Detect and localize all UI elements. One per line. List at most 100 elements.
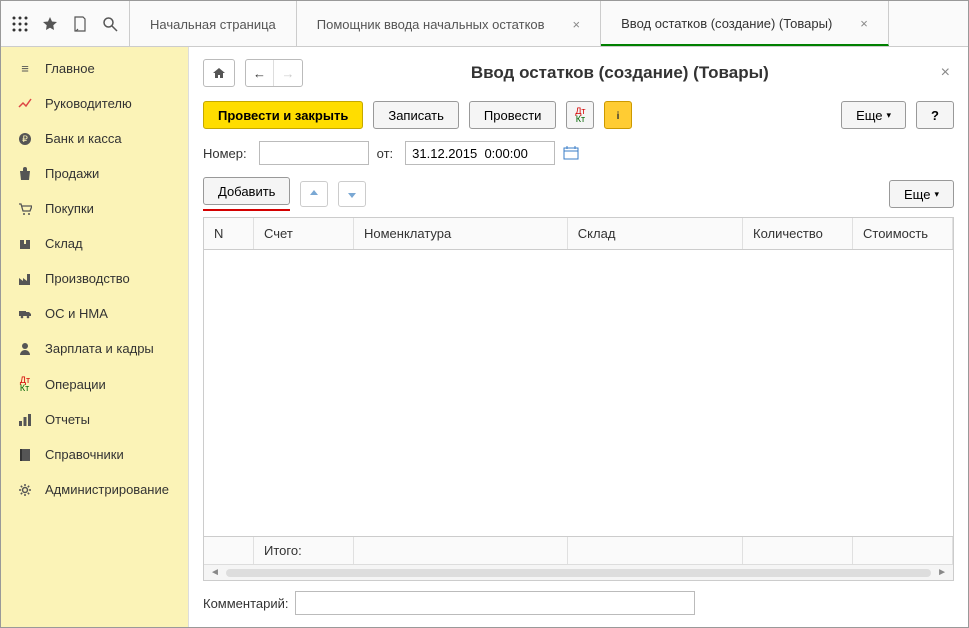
move-down-button[interactable]: [338, 181, 366, 207]
col-quantity[interactable]: Количество: [743, 218, 853, 249]
add-button[interactable]: Добавить: [203, 177, 290, 205]
info-button[interactable]: i: [604, 101, 632, 129]
sidebar-item-admin[interactable]: Администрирование: [1, 472, 188, 507]
from-label: от:: [377, 146, 394, 161]
bag-icon: [17, 167, 33, 181]
tab-label: Помощник ввода начальных остатков: [317, 17, 545, 32]
star-icon[interactable]: [41, 15, 59, 33]
sidebar-item-hr[interactable]: Зарплата и кадры: [1, 331, 188, 366]
home-button[interactable]: [203, 59, 235, 87]
table: N Счет Номенклатура Склад Количество Сто…: [203, 217, 954, 581]
footer-total-label: Итого:: [254, 537, 354, 564]
sidebar-item-assets[interactable]: ОС и НМА: [1, 296, 188, 331]
cart-icon: [17, 202, 33, 216]
top-toolbar: Начальная страница Помощник ввода началь…: [1, 1, 968, 47]
scroll-right-icon[interactable]: ►: [937, 567, 947, 578]
svg-text:i: i: [617, 111, 620, 121]
comment-label: Комментарий:: [203, 596, 289, 611]
footer-nom: [354, 537, 568, 564]
sidebar-item-catalogs[interactable]: Справочники: [1, 437, 188, 472]
post-button[interactable]: Провести: [469, 101, 557, 129]
help-button[interactable]: ?: [916, 101, 954, 129]
sidebar-item-label: Администрирование: [45, 482, 169, 497]
table-more-button[interactable]: Еще: [889, 180, 954, 208]
col-warehouse[interactable]: Склад: [568, 218, 743, 249]
page-title: Ввод остатков (создание) (Товары): [313, 63, 927, 83]
comment-row: Комментарий:: [203, 591, 954, 615]
person-icon: [17, 342, 33, 356]
form-row: Номер: от:: [203, 141, 954, 165]
tab-helper[interactable]: Помощник ввода начальных остатков ×: [297, 1, 601, 46]
number-input[interactable]: [259, 141, 369, 165]
sidebar-item-sales[interactable]: Продажи: [1, 156, 188, 191]
sidebar-item-production[interactable]: Производство: [1, 261, 188, 296]
scroll-left-icon[interactable]: ◄: [210, 567, 220, 578]
sidebar-item-label: Отчеты: [45, 412, 90, 427]
nav-back-forward: ← →: [245, 59, 303, 87]
sidebar-item-manager[interactable]: Руководителю: [1, 86, 188, 121]
top-icon-group: [1, 1, 130, 46]
date-input[interactable]: [405, 141, 555, 165]
back-button[interactable]: ←: [246, 60, 274, 86]
tab-label: Начальная страница: [150, 17, 276, 32]
number-label: Номер:: [203, 146, 247, 161]
sidebar-item-label: Производство: [45, 271, 130, 286]
calendar-icon[interactable]: [563, 146, 579, 160]
post-and-close-button[interactable]: Провести и закрыть: [203, 101, 363, 129]
sidebar-item-bank[interactable]: ₽ Банк и касса: [1, 121, 188, 156]
sidebar-item-label: ОС и НМА: [45, 306, 108, 321]
sidebar-item-purchases[interactable]: Покупки: [1, 191, 188, 226]
tab-entry[interactable]: Ввод остатков (создание) (Товары) ×: [601, 1, 889, 46]
sidebar: ≡ Главное Руководителю ₽ Банк и касса Пр…: [1, 47, 189, 627]
sidebar-item-label: Покупки: [45, 201, 94, 216]
sidebar-item-operations[interactable]: ДтКт Операции: [1, 366, 188, 402]
footer-wh: [568, 537, 743, 564]
sidebar-item-reports[interactable]: Отчеты: [1, 402, 188, 437]
horizontal-scrollbar[interactable]: ◄ ►: [204, 564, 953, 580]
dtkt-icon: ДтКт: [17, 376, 33, 392]
close-page-button[interactable]: ×: [937, 64, 954, 82]
dtkt-button[interactable]: ДтКт: [566, 101, 594, 129]
action-toolbar: Провести и закрыть Записать Провести ДтК…: [203, 101, 954, 129]
table-header: N Счет Номенклатура Склад Количество Сто…: [204, 218, 953, 250]
sidebar-item-warehouse[interactable]: Склад: [1, 226, 188, 261]
history-icon[interactable]: [71, 15, 89, 33]
col-account[interactable]: Счет: [254, 218, 354, 249]
sidebar-item-label: Зарплата и кадры: [45, 341, 154, 356]
chart-bar-icon: [17, 413, 33, 427]
move-up-button[interactable]: [300, 181, 328, 207]
tab-home[interactable]: Начальная страница: [130, 1, 297, 46]
apps-icon[interactable]: [11, 15, 29, 33]
sidebar-item-main[interactable]: ≡ Главное: [1, 51, 188, 86]
gear-icon: [17, 483, 33, 497]
col-n[interactable]: N: [204, 218, 254, 249]
factory-icon: [17, 272, 33, 286]
box-icon: [17, 237, 33, 251]
chart-line-icon: [17, 97, 33, 111]
tab-bar: Начальная страница Помощник ввода началь…: [130, 1, 968, 46]
sidebar-item-label: Главное: [45, 61, 95, 76]
tab-label: Ввод остатков (создание) (Товары): [621, 16, 832, 31]
add-button-highlight: Добавить: [203, 177, 290, 211]
footer-qty: [743, 537, 853, 564]
book-icon: [17, 448, 33, 462]
table-body[interactable]: [204, 250, 953, 536]
scroll-track[interactable]: [226, 569, 931, 577]
forward-button[interactable]: →: [274, 60, 302, 86]
table-toolbar: Добавить Еще: [203, 177, 954, 211]
content-area: ← → Ввод остатков (создание) (Товары) × …: [189, 47, 968, 627]
sidebar-item-label: Склад: [45, 236, 83, 251]
list-icon: ≡: [17, 61, 33, 76]
footer-cost: [853, 537, 953, 564]
truck-icon: [17, 307, 33, 321]
close-icon[interactable]: ×: [860, 16, 868, 31]
search-icon[interactable]: [101, 15, 119, 33]
more-button[interactable]: Еще: [841, 101, 906, 129]
comment-input[interactable]: [295, 591, 695, 615]
col-nomenclature[interactable]: Номенклатура: [354, 218, 568, 249]
close-icon[interactable]: ×: [573, 17, 581, 32]
write-button[interactable]: Записать: [373, 101, 459, 129]
col-cost[interactable]: Стоимость: [853, 218, 953, 249]
title-row: ← → Ввод остатков (создание) (Товары) ×: [203, 59, 954, 87]
footer-n: [204, 537, 254, 564]
